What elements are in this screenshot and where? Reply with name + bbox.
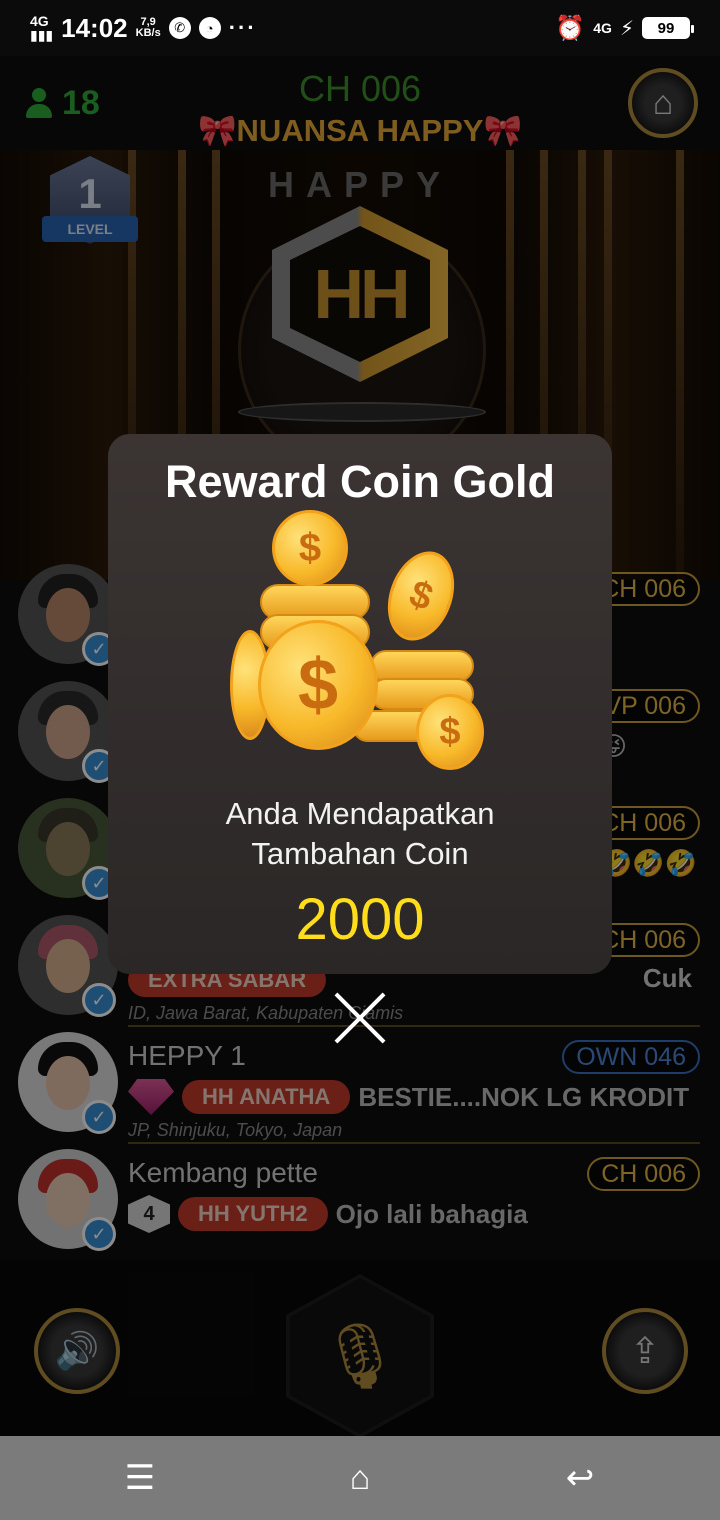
- close-dialog-button[interactable]: [332, 990, 388, 1046]
- status-left: 4G ▮▮▮ 14:02 7,9 KB/s ✆ ◔ ···: [30, 13, 257, 44]
- whatsapp-icon: ✆: [168, 17, 191, 39]
- status-right: ⏰ 4G ⚡ 99: [555, 14, 694, 43]
- network-indicator-right: 4G: [593, 20, 612, 36]
- recent-apps-button[interactable]: ☰: [110, 1456, 170, 1500]
- back-button[interactable]: ↩: [550, 1456, 610, 1500]
- gold-coins-image: $ $ $ $: [220, 510, 510, 790]
- network-type-label: 4G: [30, 13, 49, 29]
- gauge-icon: ◔: [198, 17, 221, 39]
- signal-bars-icon: ▮▮▮: [30, 27, 54, 43]
- home-nav-button[interactable]: ⌂: [330, 1456, 390, 1500]
- dialog-message: Anda Mendapatkan Tambahan Coin: [108, 794, 612, 874]
- coin-icon: $: [258, 620, 378, 750]
- clock: 14:02: [61, 12, 128, 43]
- status-bar: 4G ▮▮▮ 14:02 7,9 KB/s ✆ ◔ ··· ⏰ 4G ⚡ 99: [0, 0, 720, 56]
- network-speed: 7,9 KB/s: [136, 17, 161, 39]
- battery-indicator: 99: [642, 17, 694, 39]
- alarm-icon: ⏰: [555, 14, 586, 42]
- coin-icon: $: [272, 510, 348, 586]
- charging-icon: ⚡: [619, 17, 634, 40]
- speed-unit: KB/s: [135, 27, 161, 39]
- menu-icon: ☰: [124, 1459, 156, 1497]
- home-outline-icon: ⌂: [349, 1458, 371, 1497]
- dialog-title: Reward Coin Gold: [164, 456, 555, 507]
- system-navigation-bar: ☰ ⌂ ↩: [0, 1436, 720, 1520]
- reward-dialog: Reward Coin Gold $ $ $ $ Anda Mendapatka…: [108, 434, 612, 974]
- back-icon: ↩: [565, 1459, 595, 1497]
- network-indicator-left: 4G ▮▮▮: [30, 14, 53, 42]
- reward-amount: 2000: [295, 887, 425, 952]
- coin-icon: $: [376, 542, 466, 650]
- more-notifications-icon: ···: [228, 15, 257, 40]
- dialog-message-line2: Tambahan Coin: [251, 836, 469, 871]
- dialog-message-line1: Anda Mendapatkan: [225, 796, 495, 831]
- coin-icon: $: [416, 694, 484, 770]
